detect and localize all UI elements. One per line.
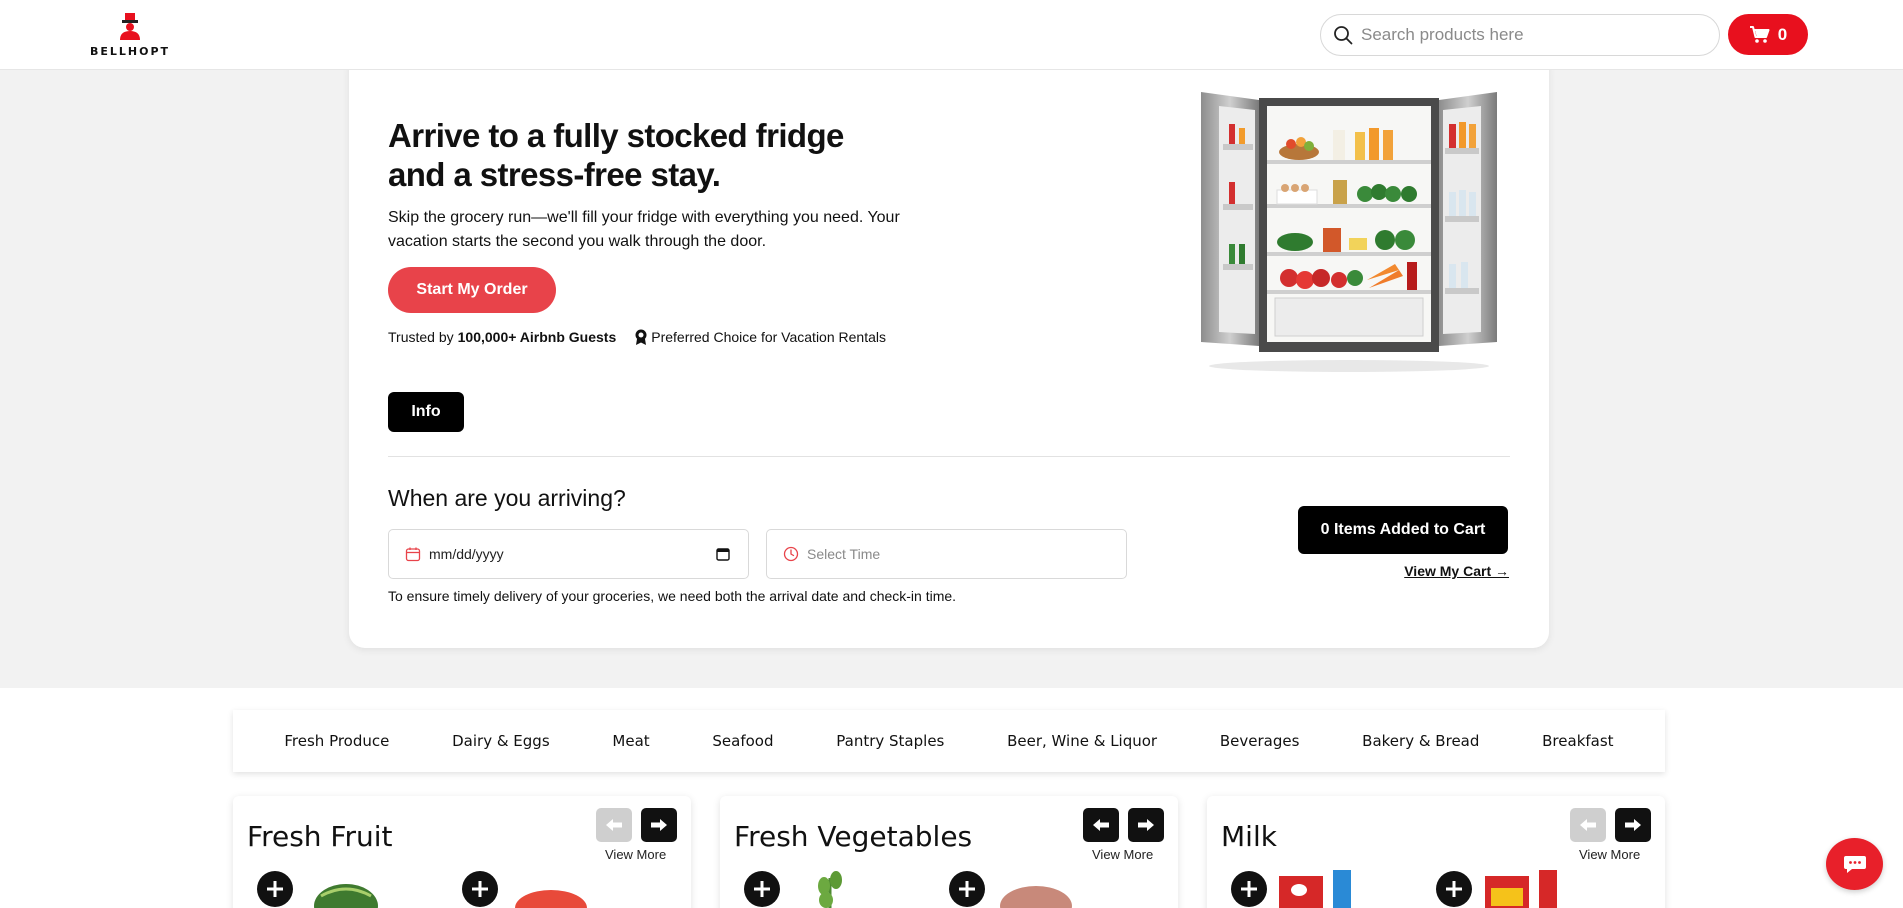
plus-icon <box>267 881 283 897</box>
section-title: Fresh Vegetables <box>734 820 973 853</box>
preferred-badge: Preferred Choice for Vacation Rentals <box>634 328 886 346</box>
chat-button[interactable] <box>1826 838 1883 890</box>
prev-arrow-button[interactable] <box>596 808 632 842</box>
next-arrow-button[interactable] <box>1615 808 1651 842</box>
date-picker-icon[interactable] <box>716 547 730 561</box>
arrow-left-icon <box>1580 819 1596 831</box>
clock-icon <box>783 546 799 562</box>
milk-carton-image <box>1279 870 1351 908</box>
add-item-button[interactable] <box>1231 871 1267 907</box>
calendar-icon <box>405 547 421 562</box>
cart-button[interactable]: 0 <box>1728 14 1808 55</box>
plus-icon <box>754 881 770 897</box>
arrival-title: When are you arriving? <box>388 485 626 511</box>
milk-carton-image <box>1485 870 1557 908</box>
chat-icon <box>1843 856 1866 873</box>
arrow-right-icon <box>651 819 667 831</box>
prev-arrow-button[interactable] <box>1083 808 1119 842</box>
arrow-left-icon <box>606 819 622 831</box>
site-header: BELLHOPT 0 <box>0 0 1903 70</box>
brand-name: BELLHOPT <box>89 45 171 58</box>
herb-image <box>818 871 842 908</box>
plus-icon <box>1446 881 1462 897</box>
category-dairy-eggs[interactable]: Dairy & Eggs <box>452 732 550 750</box>
plus-icon <box>1241 881 1257 897</box>
trust-count: 100,000+ Airbnb Guests <box>457 329 617 345</box>
hero-subtitle: Skip the grocery run—we'll fill your fri… <box>388 209 900 250</box>
view-more-link[interactable]: View More <box>1092 847 1153 862</box>
search-icon <box>1334 26 1353 45</box>
view-more-link[interactable]: View More <box>1579 847 1640 862</box>
search-input[interactable] <box>1361 23 1701 47</box>
arrival-hint: To ensure timely delivery of your grocer… <box>388 588 957 604</box>
add-item-button[interactable] <box>949 871 985 907</box>
cart-count: 0 <box>1777 24 1788 44</box>
info-button[interactable]: Info <box>388 392 464 432</box>
preferred-text: Preferred Choice for Vacation Rentals <box>651 329 886 345</box>
potato-image <box>1000 886 1072 908</box>
view-more-link[interactable]: View More <box>605 847 666 862</box>
section-card-fresh-vegetables: Fresh Vegetables View More <box>720 796 1178 908</box>
category-meat[interactable]: Meat <box>612 732 649 750</box>
award-icon <box>635 329 647 345</box>
date-value: mm/dd/yyyy <box>429 546 504 562</box>
apple-image <box>515 890 587 908</box>
category-breakfast[interactable]: Breakfast <box>1542 732 1613 750</box>
arrival-date-field[interactable]: mm/dd/yyyy <box>388 529 749 579</box>
category-nav: Fresh Produce Dairy & Eggs Meat Seafood … <box>233 710 1665 772</box>
add-item-button[interactable] <box>257 871 293 907</box>
brand-logo[interactable]: BELLHOPT <box>88 12 172 58</box>
trust-line: Trusted by 100,000+ Airbnb Guests Prefer… <box>388 327 886 347</box>
section-card-fresh-fruit: Fresh Fruit View More <box>233 796 691 908</box>
trust-prefix: Trusted by <box>388 329 454 345</box>
arrow-right-icon <box>1625 819 1641 831</box>
category-beverages[interactable]: Beverages <box>1220 732 1300 750</box>
section-divider <box>388 456 1510 457</box>
section-title: Milk <box>1221 820 1277 853</box>
next-arrow-button[interactable] <box>1128 808 1164 842</box>
search-bar[interactable] <box>1320 14 1720 56</box>
arrow-left-icon <box>1093 819 1109 831</box>
category-pantry-staples[interactable]: Pantry Staples <box>836 732 944 750</box>
plus-icon <box>472 881 488 897</box>
checkin-time-field[interactable]: Select Time <box>766 529 1127 579</box>
fridge-image <box>1201 92 1497 372</box>
time-value: Select Time <box>807 546 881 562</box>
prev-arrow-button[interactable] <box>1570 808 1606 842</box>
bellhop-icon <box>120 13 140 40</box>
start-order-button[interactable]: Start My Order <box>388 267 556 313</box>
category-bakery-bread[interactable]: Bakery & Bread <box>1362 732 1479 750</box>
items-added-button[interactable]: 0 Items Added to Cart <box>1298 506 1508 554</box>
plus-icon <box>959 881 975 897</box>
add-item-button[interactable] <box>462 871 498 907</box>
category-seafood[interactable]: Seafood <box>712 732 773 750</box>
next-arrow-button[interactable] <box>641 808 677 842</box>
hero-title: Arrive to a fully stocked fridge and a s… <box>388 117 844 193</box>
add-item-button[interactable] <box>1436 871 1472 907</box>
arrow-right-icon <box>1138 819 1154 831</box>
hero-card: Arrive to a fully stocked fridge and a s… <box>349 64 1549 648</box>
watermelon-image <box>314 884 378 908</box>
view-cart-link[interactable]: View My Cart → <box>1404 563 1509 579</box>
category-fresh-produce[interactable]: Fresh Produce <box>284 732 389 750</box>
section-card-milk: Milk View More <box>1207 796 1665 908</box>
category-beer-wine-liquor[interactable]: Beer, Wine & Liquor <box>1007 732 1157 750</box>
section-title: Fresh Fruit <box>247 820 393 853</box>
add-item-button[interactable] <box>744 871 780 907</box>
cart-icon <box>1749 25 1770 43</box>
